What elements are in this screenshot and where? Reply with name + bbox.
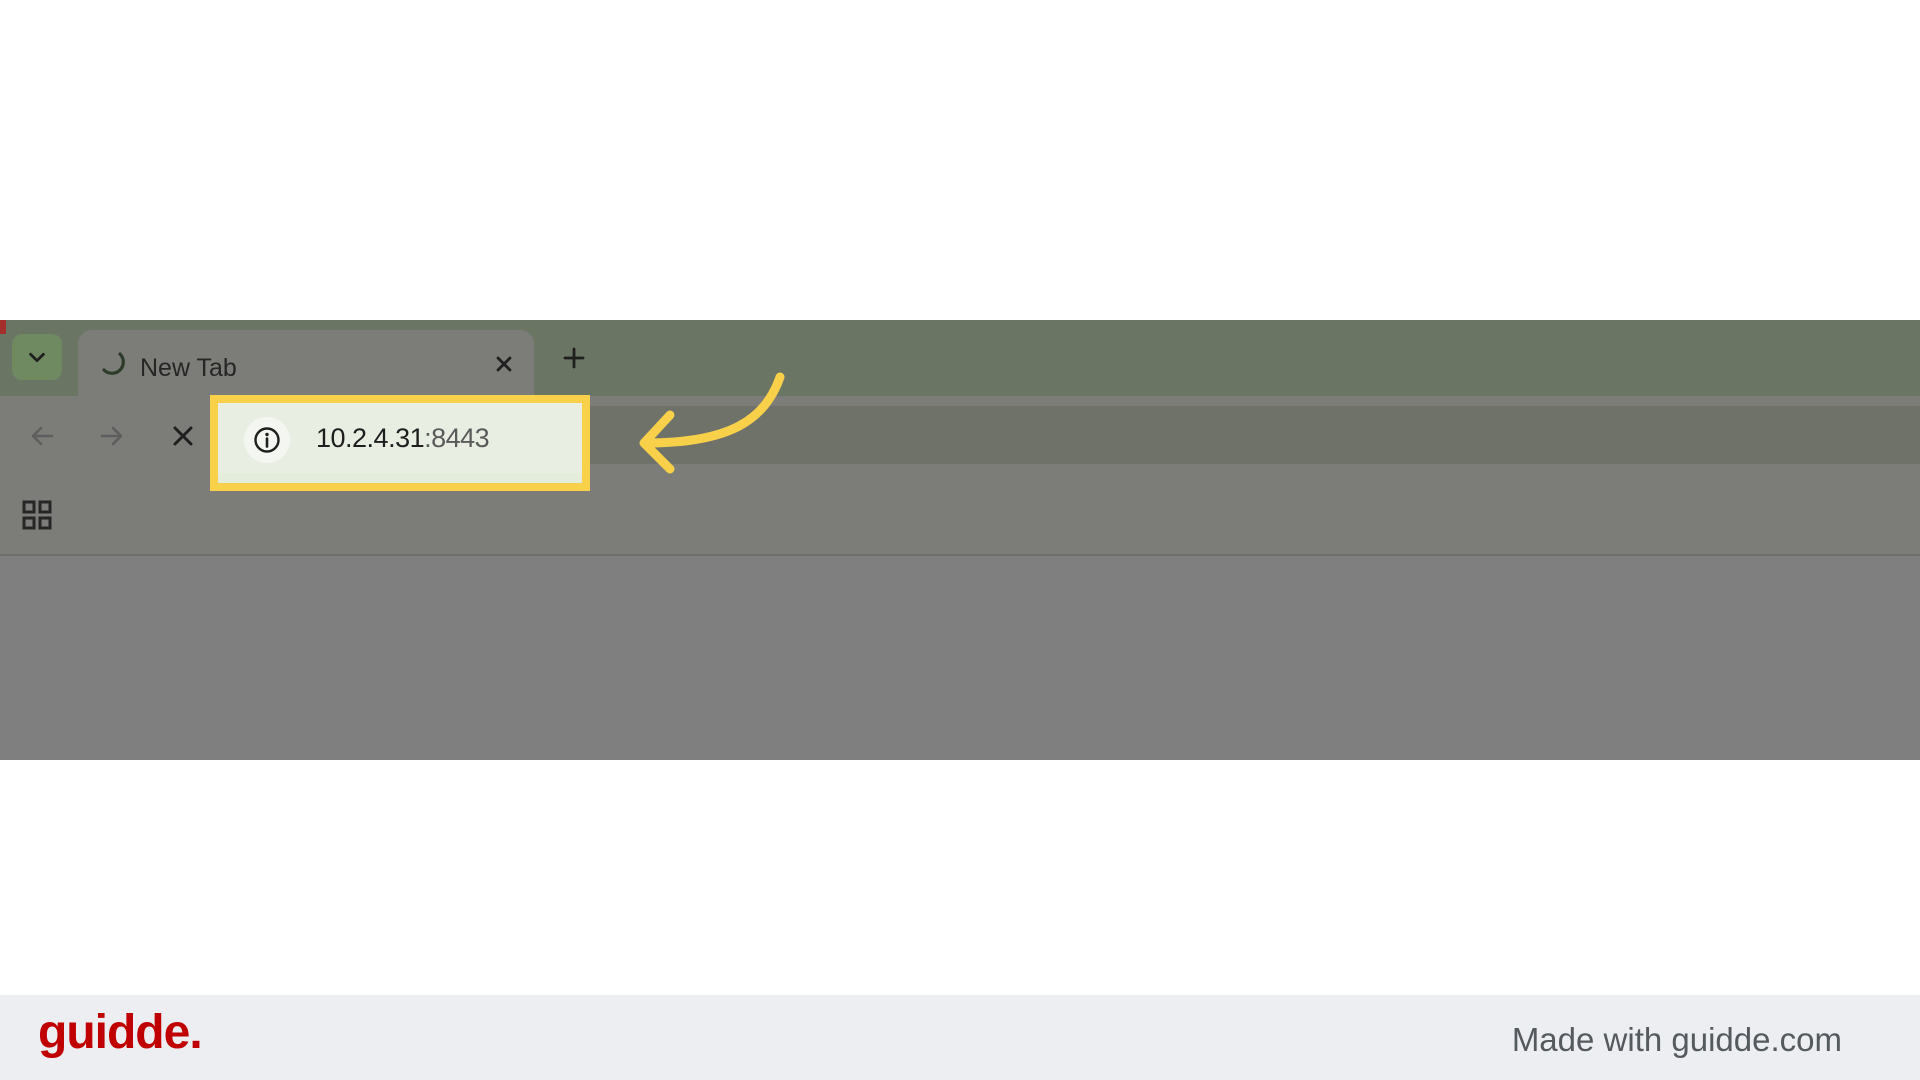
- url-text[interactable]: 10.2.4.31:8443: [316, 423, 490, 454]
- chevron-down-icon: [29, 352, 45, 363]
- close-icon: [173, 426, 193, 446]
- address-bar[interactable]: 10.2.4.31:8443: [218, 403, 582, 473]
- browser-window: New Tab: [0, 320, 1920, 760]
- footer-bar: guidde. Made with guidde.com: [0, 995, 1920, 1080]
- site-info-button[interactable]: [244, 417, 290, 463]
- apps-grid-icon: [22, 500, 52, 530]
- close-icon: [496, 356, 512, 372]
- arrow-left-icon: [31, 426, 54, 446]
- arrow-right-icon: [100, 426, 123, 446]
- forward-button[interactable]: [90, 414, 134, 458]
- tab-new-tab[interactable]: New Tab: [78, 330, 534, 400]
- loading-spinner-icon: [102, 352, 125, 375]
- info-icon: [254, 427, 280, 453]
- apps-button[interactable]: [18, 496, 56, 534]
- tab-title: New Tab: [140, 354, 237, 382]
- curved-arrow-icon: [639, 372, 785, 474]
- new-tab-button[interactable]: [554, 338, 594, 378]
- tab-search-button[interactable]: [12, 334, 62, 380]
- tab-strip: New Tab: [0, 320, 1920, 400]
- made-with-text: Made with guidde.com: [1511, 1021, 1842, 1058]
- tutorial-frame: New Tab 10.2.4.31:8443 guidde. Made with…: [0, 0, 1920, 1080]
- url-host: 10.2.4.31: [316, 423, 425, 453]
- url-port: :8443: [424, 423, 490, 453]
- tab-close-button[interactable]: [486, 346, 522, 382]
- page-content: [0, 556, 1920, 760]
- address-bar-highlight[interactable]: 10.2.4.31:8443: [210, 395, 590, 491]
- guidde-logo: guidde.: [38, 1006, 203, 1059]
- window-corner: [0, 320, 6, 334]
- stop-loading-button[interactable]: [161, 414, 205, 458]
- plus-icon: [563, 347, 585, 369]
- back-button[interactable]: [20, 414, 64, 458]
